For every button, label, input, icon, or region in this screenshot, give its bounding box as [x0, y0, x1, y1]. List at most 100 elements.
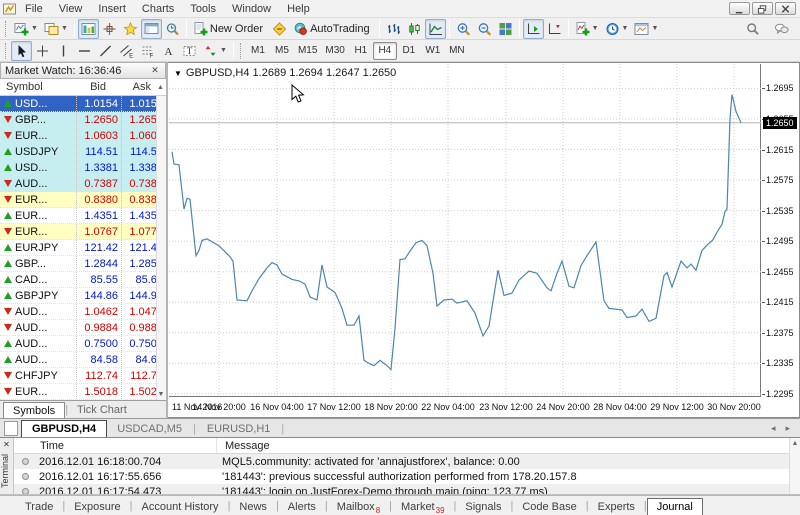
column-ask[interactable]: Ask: [110, 81, 155, 93]
menu-insert[interactable]: Insert: [90, 2, 134, 16]
text-button[interactable]: A: [158, 41, 179, 61]
chevron-down-icon[interactable]: ▼: [174, 69, 182, 78]
horizontal-line-button[interactable]: [74, 41, 95, 61]
chevron-down-icon[interactable]: ▼: [651, 25, 658, 32]
chat-button[interactable]: [771, 19, 792, 39]
zoom-in-button[interactable]: [453, 19, 474, 39]
data-window-button[interactable]: [99, 19, 120, 39]
scroll-down-icon[interactable]: ▼: [156, 389, 166, 400]
search-button[interactable]: [742, 19, 763, 39]
chart-plot[interactable]: [169, 64, 761, 397]
strategy-tester-button[interactable]: [162, 19, 183, 39]
column-symbol[interactable]: Symbol: [0, 81, 65, 93]
market-watch-button[interactable]: [78, 19, 99, 39]
chevron-down-icon[interactable]: ▼: [592, 25, 599, 32]
terminal-scrollbar[interactable]: ▲: [789, 438, 800, 494]
time-axis[interactable]: 11 Nov 201614 Nov 20:0016 Nov 04:0017 No…: [169, 398, 799, 417]
tab-code-base[interactable]: Code Base: [513, 498, 585, 515]
tab-scroll-right-icon[interactable]: ▸: [785, 423, 790, 434]
menu-tools[interactable]: Tools: [182, 2, 224, 16]
journal-row[interactable]: 2016.12.01 16:17:55.656'181443': previou…: [14, 469, 800, 484]
market-watch-row[interactable]: EUR...1.06031.0605: [0, 128, 166, 144]
tab-signals[interactable]: Signals: [456, 498, 510, 515]
bar-chart-button[interactable]: [383, 19, 404, 39]
close-button[interactable]: [775, 2, 796, 15]
timeframe-M5[interactable]: M5: [270, 42, 294, 60]
journal-row[interactable]: 2016.12.01 16:18:00.704MQL5.community: a…: [14, 454, 800, 469]
market-watch-row[interactable]: USD...1.01541.0157: [0, 96, 166, 112]
restore-button[interactable]: [752, 2, 773, 15]
timeframe-M15[interactable]: M15: [294, 42, 321, 60]
chevron-down-icon[interactable]: ▼: [220, 47, 227, 54]
timeframe-H4[interactable]: H4: [373, 42, 397, 60]
chart-list-icon[interactable]: [4, 421, 18, 436]
zoom-out-button[interactable]: [474, 19, 495, 39]
scroll-up-icon[interactable]: ▲: [790, 438, 800, 449]
profiles-button[interactable]: ▼: [41, 19, 71, 39]
tab-alerts[interactable]: Alerts: [279, 498, 325, 515]
tab-market[interactable]: Market39: [392, 498, 454, 515]
timeframe-MN[interactable]: MN: [445, 42, 469, 60]
market-watch-row[interactable]: CAD...85.5585.60: [0, 272, 166, 288]
market-watch-row[interactable]: GBP...1.28441.2852: [0, 256, 166, 272]
chart-tab-gbpusd-h4[interactable]: GBPUSD,H4: [21, 420, 107, 437]
chart-tab-usdcad-m5[interactable]: USDCAD,M5: [107, 420, 192, 437]
chevron-down-icon[interactable]: ▼: [622, 25, 629, 32]
autotrading-button[interactable]: AutoTrading: [290, 19, 376, 39]
timeframe-H1[interactable]: H1: [349, 42, 373, 60]
tile-windows-button[interactable]: [495, 19, 516, 39]
minimize-button[interactable]: [729, 2, 750, 15]
menu-view[interactable]: View: [51, 2, 91, 16]
chevron-down-icon[interactable]: ▼: [61, 25, 68, 32]
market-watch-row[interactable]: GBP...1.26501.2653: [0, 112, 166, 128]
tab-scroll-left-icon[interactable]: ◂: [771, 423, 776, 434]
market-watch-row[interactable]: EUR...0.83800.8384: [0, 192, 166, 208]
tab-mailbox[interactable]: Mailbox8: [328, 498, 389, 515]
chevron-down-icon[interactable]: ▼: [31, 25, 38, 32]
crosshair-button[interactable]: [32, 41, 53, 61]
fibonacci-button[interactable]: F: [137, 41, 158, 61]
templates-button[interactable]: ▼: [631, 19, 661, 39]
toolbar-handle[interactable]: [240, 43, 243, 59]
market-watch-row[interactable]: AUD...84.5884.63: [0, 352, 166, 368]
toolbar-handle[interactable]: [5, 21, 8, 37]
navigator-button[interactable]: [120, 19, 141, 39]
market-watch-row[interactable]: EURJPY121.42121.46: [0, 240, 166, 256]
market-watch-row[interactable]: EUR...1.07671.0771: [0, 224, 166, 240]
candlestick-button[interactable]: [404, 19, 425, 39]
new-order-button[interactable]: New Order: [190, 19, 269, 39]
timeframe-D1[interactable]: D1: [397, 42, 421, 60]
tab-news[interactable]: News: [230, 498, 276, 515]
tab-journal[interactable]: Journal: [647, 498, 703, 515]
cursor-button[interactable]: [11, 41, 32, 61]
trend-line-button[interactable]: [95, 41, 116, 61]
indicators-button[interactable]: ▼: [572, 19, 602, 39]
market-watch-row[interactable]: GBPJPY144.86144.91: [0, 288, 166, 304]
timeframe-M30[interactable]: M30: [321, 42, 348, 60]
tab-account-history[interactable]: Account History: [133, 498, 228, 515]
text-label-button[interactable]: T: [179, 41, 200, 61]
timeframe-W1[interactable]: W1: [421, 42, 445, 60]
tab-tick-chart[interactable]: Tick Chart: [68, 402, 136, 418]
column-bid[interactable]: Bid: [65, 81, 110, 93]
market-watch-scrollbar[interactable]: ▼: [156, 96, 166, 400]
market-watch-row[interactable]: USDJPY114.51114.53: [0, 144, 166, 160]
market-watch-row[interactable]: CHFJPY112.74112.79: [0, 368, 166, 384]
metaeditor-button[interactable]: [269, 19, 290, 39]
new-chart-button[interactable]: ▼: [11, 19, 41, 39]
terminal-button[interactable]: [141, 19, 162, 39]
line-chart-button[interactable]: [425, 19, 446, 39]
market-watch-row[interactable]: AUD...0.73870.7389: [0, 176, 166, 192]
tab-experts[interactable]: Experts: [589, 498, 644, 515]
tab-symbols[interactable]: Symbols: [3, 402, 65, 418]
menu-file[interactable]: File: [17, 2, 51, 16]
menu-help[interactable]: Help: [279, 2, 318, 16]
toolbar-handle[interactable]: [5, 43, 8, 59]
chart-tab-eurusd-h1[interactable]: EURUSD,H1: [197, 420, 281, 437]
equidistant-channel-button[interactable]: E: [116, 41, 137, 61]
vertical-line-button[interactable]: [53, 41, 74, 61]
market-watch-row[interactable]: EUR...1.43511.4356: [0, 208, 166, 224]
arrows-button[interactable]: ▼: [200, 41, 230, 61]
tab-trade[interactable]: Trade: [16, 498, 62, 515]
tab-exposure[interactable]: Exposure: [65, 498, 129, 515]
